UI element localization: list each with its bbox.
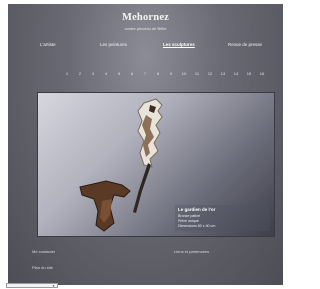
pager-item[interactable]: 13 <box>219 71 227 76</box>
pager-item[interactable]: 5 <box>115 71 123 76</box>
pager-item[interactable]: 7 <box>141 71 149 76</box>
nav-item-peintures[interactable]: Les peintures <box>100 42 127 47</box>
links-partners-link[interactable]: Liens et partenaires <box>174 249 209 254</box>
pager-item[interactable]: 8 <box>154 71 162 76</box>
pager-item[interactable]: 10 <box>180 71 188 76</box>
sculpture-caption: Le gardien de l'or Bronze patiné Pièce u… <box>175 205 270 231</box>
nav-item-artiste[interactable]: L'artiste <box>40 42 56 47</box>
caption-title: Le gardien de l'or <box>178 207 216 212</box>
sculpture-image[interactable] <box>66 95 176 233</box>
browser-status-bar[interactable]: ▼ <box>6 283 58 288</box>
nav-item-sculptures[interactable]: Les sculptures <box>163 42 195 47</box>
pager-item[interactable]: 11 <box>193 71 201 76</box>
site-title: Mehornez <box>121 12 170 23</box>
sitemap-link[interactable]: Plan du site <box>32 265 53 270</box>
site-subtitle: contre pinceau de Bélie <box>124 26 167 31</box>
pager-item[interactable]: 3 <box>89 71 97 76</box>
sculpture-gallery: Le gardien de l'or Bronze patiné Pièce u… <box>37 92 275 237</box>
pager-item[interactable]: 6 <box>128 71 136 76</box>
page-container: Mehornez contre pinceau de Bélie L'artis… <box>8 4 283 285</box>
pager-item[interactable]: 9 <box>167 71 175 76</box>
pager-item[interactable]: 4 <box>102 71 110 76</box>
contact-link[interactable]: Me contacter <box>32 249 55 254</box>
pager-item[interactable]: 16 <box>258 71 266 76</box>
pager-item[interactable]: 12 <box>206 71 214 76</box>
main-nav: L'artiste Les peintures Les sculptures R… <box>8 42 283 50</box>
pager-item[interactable]: 14 <box>232 71 240 76</box>
nav-item-presse[interactable]: Revue de presse <box>228 42 262 47</box>
pager-item[interactable]: 1 <box>63 71 71 76</box>
caption-line: Dimensions 60 x 40 cm <box>178 224 216 228</box>
pager-item[interactable]: 15 <box>245 71 253 76</box>
chevron-down-icon: ▼ <box>52 284 55 288</box>
pager: 1 2 3 4 5 6 7 8 9 10 11 12 13 14 15 16 <box>63 71 268 77</box>
pager-item[interactable]: 2 <box>76 71 84 76</box>
